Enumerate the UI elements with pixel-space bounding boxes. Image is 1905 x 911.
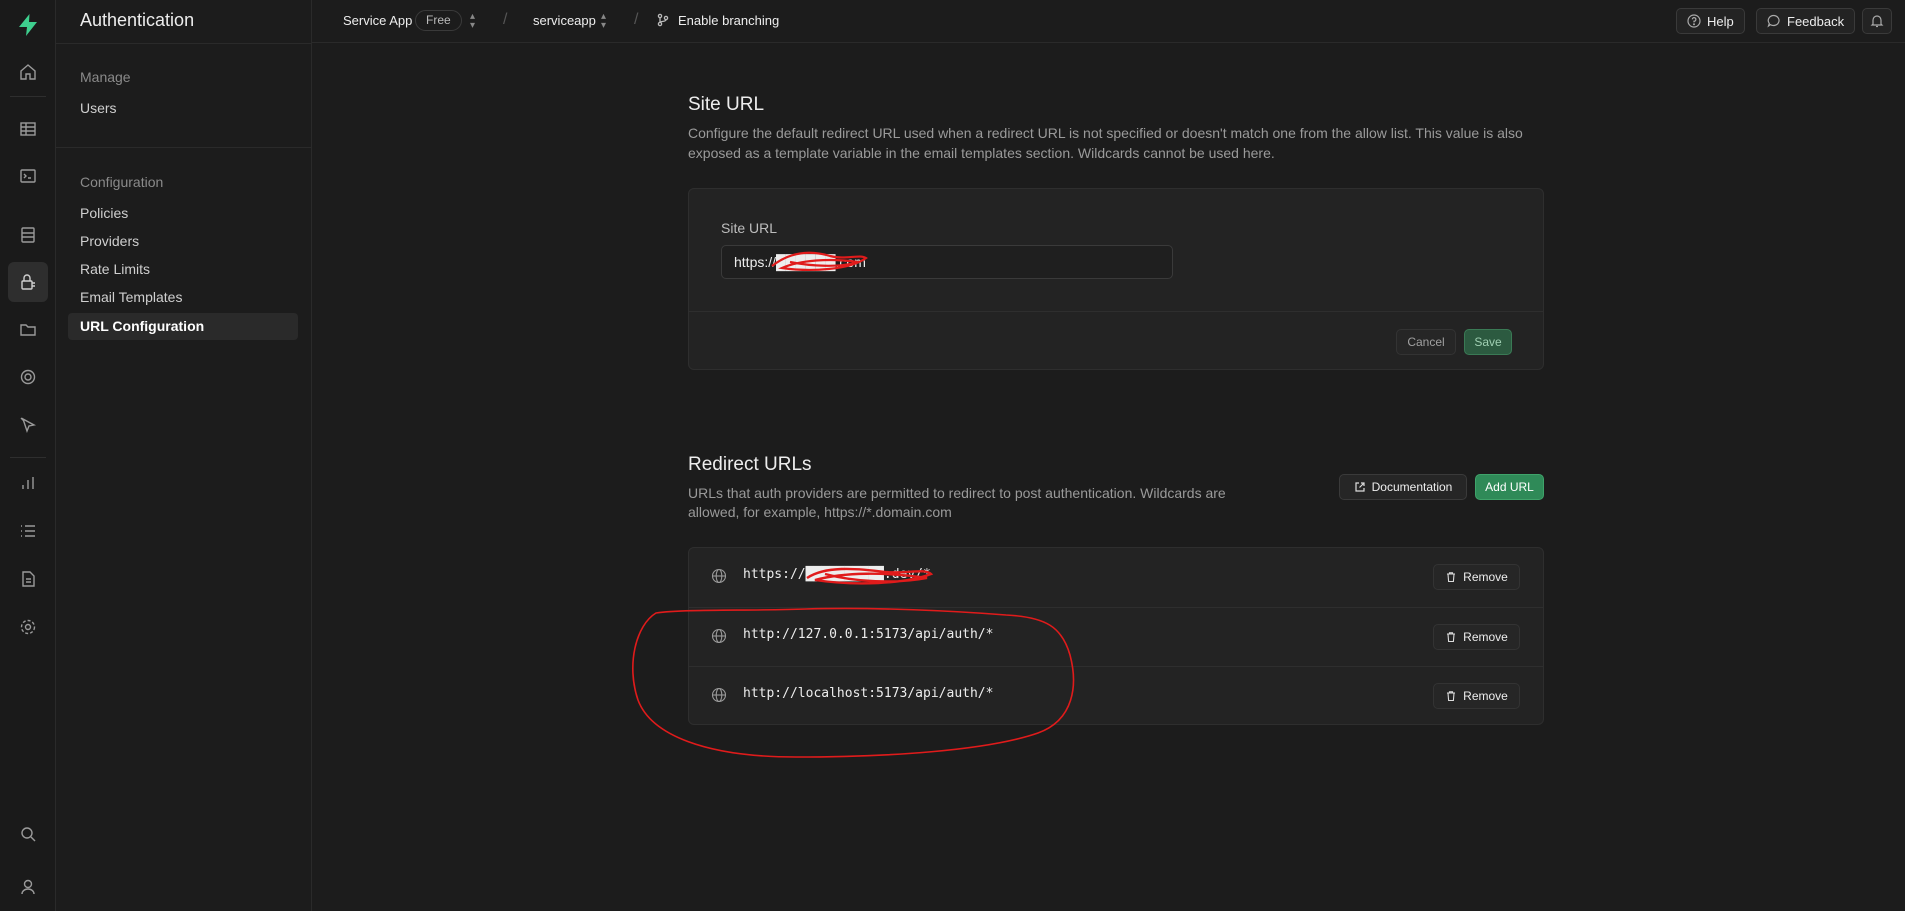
- site-url-title: Site URL: [688, 94, 765, 115]
- sidebar-title: Authentication: [80, 10, 195, 30]
- redirect-url-row: http://localhost:5173/api/auth/* Remove: [689, 666, 1543, 725]
- trash-icon: [1447, 691, 1456, 702]
- sidebar-item-users[interactable]: Users: [68, 95, 298, 122]
- chevron-updown-icon[interactable]: ▴ ▾: [470, 12, 475, 31]
- globe-icon: [711, 568, 727, 584]
- plan-badge: Free: [415, 10, 462, 31]
- realtime-icon[interactable]: [16, 365, 40, 389]
- logo-icon[interactable]: [14, 11, 42, 39]
- remove-button[interactable]: Remove: [1433, 564, 1520, 590]
- database-icon[interactable]: [16, 223, 40, 247]
- documentation-label: Documentation: [1371, 480, 1453, 494]
- trash-icon: [1447, 632, 1456, 643]
- remove-label: Remove: [1463, 689, 1508, 703]
- settings-icon[interactable]: [16, 615, 40, 639]
- feedback-label: Feedback: [1787, 13, 1845, 29]
- api-docs-icon[interactable]: [16, 567, 40, 591]
- table-editor-icon[interactable]: [16, 117, 40, 141]
- org-selector[interactable]: Service App: [343, 13, 412, 28]
- help-button[interactable]: Help: [1676, 8, 1745, 34]
- search-icon[interactable]: [16, 822, 40, 846]
- trash-icon: [1447, 572, 1456, 583]
- redirect-url-text: http://localhost:5173/api/auth/*: [743, 686, 994, 701]
- remove-button[interactable]: Remove: [1433, 683, 1520, 709]
- add-url-button[interactable]: Add URL: [1475, 474, 1544, 500]
- sidebar-item-email-templates[interactable]: Email Templates: [68, 284, 298, 311]
- sidebar-item-url-configuration[interactable]: URL Configuration: [68, 313, 298, 340]
- auth-icon[interactable]: [8, 262, 48, 302]
- top-bar: Service App Free ▴ ▾ / serviceapp ▴ ▾ / En…: [312, 0, 1905, 43]
- sidebar-item-providers[interactable]: Providers: [68, 228, 298, 255]
- save-button[interactable]: Save: [1464, 329, 1512, 355]
- sidebar-item-rate-limits[interactable]: Rate Limits: [68, 256, 298, 283]
- git-branch-icon: [657, 13, 669, 27]
- site-url-card: Site URL https://██████.com Cancel Save: [688, 188, 1544, 370]
- redirect-url-text: https://██████████.dev/*: [743, 567, 931, 582]
- breadcrumb-separator: /: [634, 11, 639, 28]
- redirect-urls-list: https://██████████.dev/* Remove http://1…: [688, 547, 1544, 725]
- remove-label: Remove: [1463, 630, 1508, 644]
- globe-icon: [711, 628, 727, 644]
- bell-icon: [1870, 15, 1884, 28]
- rail-divider: [10, 96, 46, 97]
- site-url-description-line2: exposed as a template variable in the em…: [688, 145, 1275, 161]
- redirect-url-row: http://127.0.0.1:5173/api/auth/* Remove: [689, 607, 1543, 666]
- rail-divider: [10, 457, 46, 458]
- redirect-urls-description-line1: URLs that auth providers are permitted t…: [688, 485, 1226, 501]
- help-icon: [1687, 14, 1701, 28]
- external-link-icon: [1355, 482, 1365, 492]
- redirect-urls-title: Redirect URLs: [688, 454, 812, 475]
- help-label: Help: [1707, 13, 1734, 29]
- storage-icon[interactable]: [16, 317, 40, 341]
- home-icon[interactable]: [16, 60, 40, 84]
- redirect-urls-description-line2: allowed, for example, https://*.domain.c…: [688, 504, 952, 520]
- site-url-field-label: Site URL: [721, 220, 778, 236]
- redirect-url-row: https://██████████.dev/* Remove: [689, 548, 1543, 607]
- edge-functions-icon[interactable]: [16, 413, 40, 437]
- enable-branching-button[interactable]: Enable branching: [678, 13, 779, 28]
- redirect-url-text: http://127.0.0.1:5173/api/auth/*: [743, 627, 994, 642]
- sql-editor-icon[interactable]: [16, 164, 40, 188]
- sidebar-header-divider: [56, 43, 312, 44]
- project-selector[interactable]: serviceapp: [533, 13, 596, 28]
- logs-icon[interactable]: [16, 519, 40, 543]
- sidebar-group-manage: Manage: [80, 69, 131, 85]
- breadcrumb-separator: /: [503, 11, 508, 28]
- card-footer-divider: [689, 311, 1543, 312]
- remove-label: Remove: [1463, 570, 1508, 584]
- globe-icon: [711, 687, 727, 703]
- feedback-button[interactable]: Feedback: [1756, 8, 1856, 34]
- sidebar-group-configuration: Configuration: [80, 174, 164, 190]
- sidebar-group-divider: [56, 147, 312, 148]
- site-url-input[interactable]: https://██████.com: [721, 245, 1173, 279]
- remove-button[interactable]: Remove: [1433, 624, 1520, 650]
- icon-rail: [0, 0, 56, 911]
- site-url-description-line1: Configure the default redirect URL used …: [688, 125, 1523, 141]
- auth-sidebar: Authentication Manage Users Configuratio…: [56, 0, 312, 911]
- notifications-button[interactable]: [1862, 8, 1892, 34]
- user-icon[interactable]: [16, 875, 40, 899]
- sidebar-item-policies[interactable]: Policies: [68, 200, 298, 227]
- cancel-button[interactable]: Cancel: [1396, 329, 1456, 355]
- reports-icon[interactable]: [16, 471, 40, 495]
- chevron-updown-icon[interactable]: ▴ ▾: [601, 12, 606, 31]
- feedback-icon: [1767, 14, 1780, 28]
- documentation-button[interactable]: Documentation: [1339, 474, 1467, 500]
